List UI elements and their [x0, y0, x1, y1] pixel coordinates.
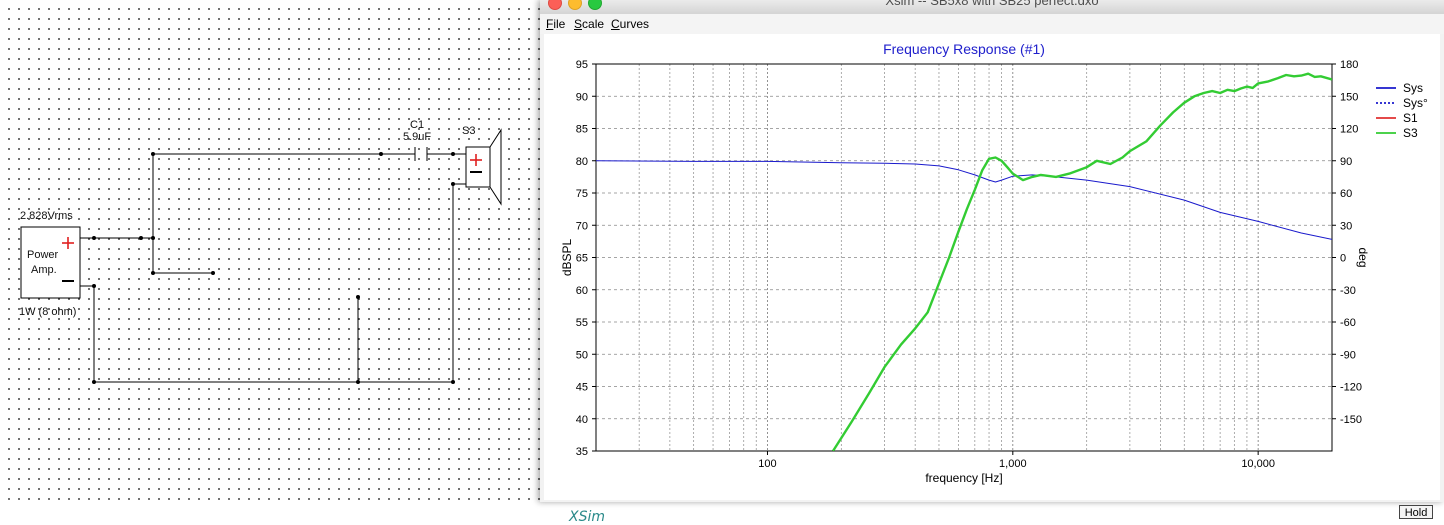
y-tick-label: 65 [576, 253, 588, 265]
plot-area: 95 90 85 80 75 70 65 60 55 50 45 40 35 180 150 120 90 60 3… [544, 34, 1440, 525]
hold-button[interactable]: Hold [1399, 505, 1433, 519]
y2-tick-label: -30 [1340, 285, 1356, 297]
y2-tick-label: 0 [1340, 253, 1346, 265]
legend-label: Sys [1403, 81, 1423, 95]
y2-tick-label: 60 [1340, 188, 1352, 200]
y2-tick-label: -60 [1340, 317, 1356, 329]
menu-curves-key: C [611, 17, 620, 31]
menu-bar: File Scale Curves [540, 14, 1444, 34]
x-tick-label: 1,000 [999, 458, 1027, 470]
y2-tick-label: 90 [1340, 156, 1352, 168]
y2-tick-label: -150 [1340, 414, 1362, 426]
y-tick-label: 90 [576, 91, 588, 103]
y-tick-label: 70 [576, 220, 588, 232]
y-tick-label: 85 [576, 124, 588, 136]
y2-tick-label: -90 [1340, 349, 1356, 361]
capacitor-name-label: C1 [410, 119, 425, 131]
y2-axis-label: deg [1356, 247, 1370, 267]
y-tick-label: 55 [576, 317, 588, 329]
y-tick-label: 60 [576, 285, 588, 297]
window-title: Xsim -- SB5x8 with SB25 perfect.dxo [885, 0, 1099, 8]
power-amp-component[interactable] [21, 227, 80, 298]
y2-tick-label: -120 [1340, 382, 1362, 394]
capacitor-c1-component[interactable] [409, 145, 433, 163]
y-axis-label: dBSPL [560, 238, 574, 276]
y-tick-label: 35 [576, 446, 588, 458]
menu-scale-key: S [574, 17, 583, 31]
y-tick-label: 80 [576, 156, 588, 168]
menu-scale-rest: cale [582, 17, 605, 31]
window-titlebar[interactable]: Xsim -- SB5x8 with SB25 perfect.dxo [540, 0, 1444, 14]
speaker-s3-component[interactable] [466, 130, 502, 204]
menu-curves-rest: urves [619, 17, 650, 31]
xsim-logo: XSim [569, 509, 606, 525]
schematic-wiring [20, 128, 502, 384]
menu-file-rest: ile [553, 17, 566, 31]
source-voltage-label: 2.828Vrms [20, 210, 73, 222]
amp-power-label: 1W (8 ohm) [19, 306, 77, 318]
y-tick-label: 50 [576, 349, 588, 361]
legend-label: S3 [1403, 126, 1418, 140]
y2-tick-label: 180 [1340, 59, 1358, 71]
series-line-sys [596, 160, 1332, 240]
chart-title: Frequency Response (#1) [883, 41, 1045, 57]
x-tick-label: 10,000 [1241, 458, 1275, 470]
menu-curves[interactable]: Curves [611, 17, 649, 31]
y2-tick-label: 30 [1340, 220, 1352, 232]
frequency-response-chart[interactable]: 95 90 85 80 75 70 65 60 55 50 45 40 35 180 150 120 90 60 3… [544, 34, 1440, 500]
y-tick-label: 40 [576, 414, 588, 426]
legend-label: Sys° [1403, 96, 1428, 110]
y2-tick-label: 120 [1340, 124, 1358, 136]
y2-tick-label: 150 [1340, 91, 1358, 103]
x-axis-label: frequency [Hz] [925, 471, 1002, 485]
xsim-window: Xsim -- SB5x8 with SB25 perfect.dxo File… [540, 0, 1444, 525]
y-tick-label: 75 [576, 188, 588, 200]
menu-scale[interactable]: Scale [574, 17, 604, 31]
x-tick-label: 100 [758, 458, 776, 470]
y-tick-label: 95 [576, 59, 588, 71]
legend-label: S1 [1403, 111, 1418, 125]
series-line-s3 [831, 72, 1332, 451]
y-tick-label: 45 [576, 382, 588, 394]
menu-file[interactable]: File [546, 17, 565, 31]
schematic-canvas[interactable]: 2.828Vrms Power Amp. 1W (8 ohm) C1 5.9uF… [0, 0, 540, 502]
capacitor-value-label: 5.9uF [403, 131, 432, 143]
